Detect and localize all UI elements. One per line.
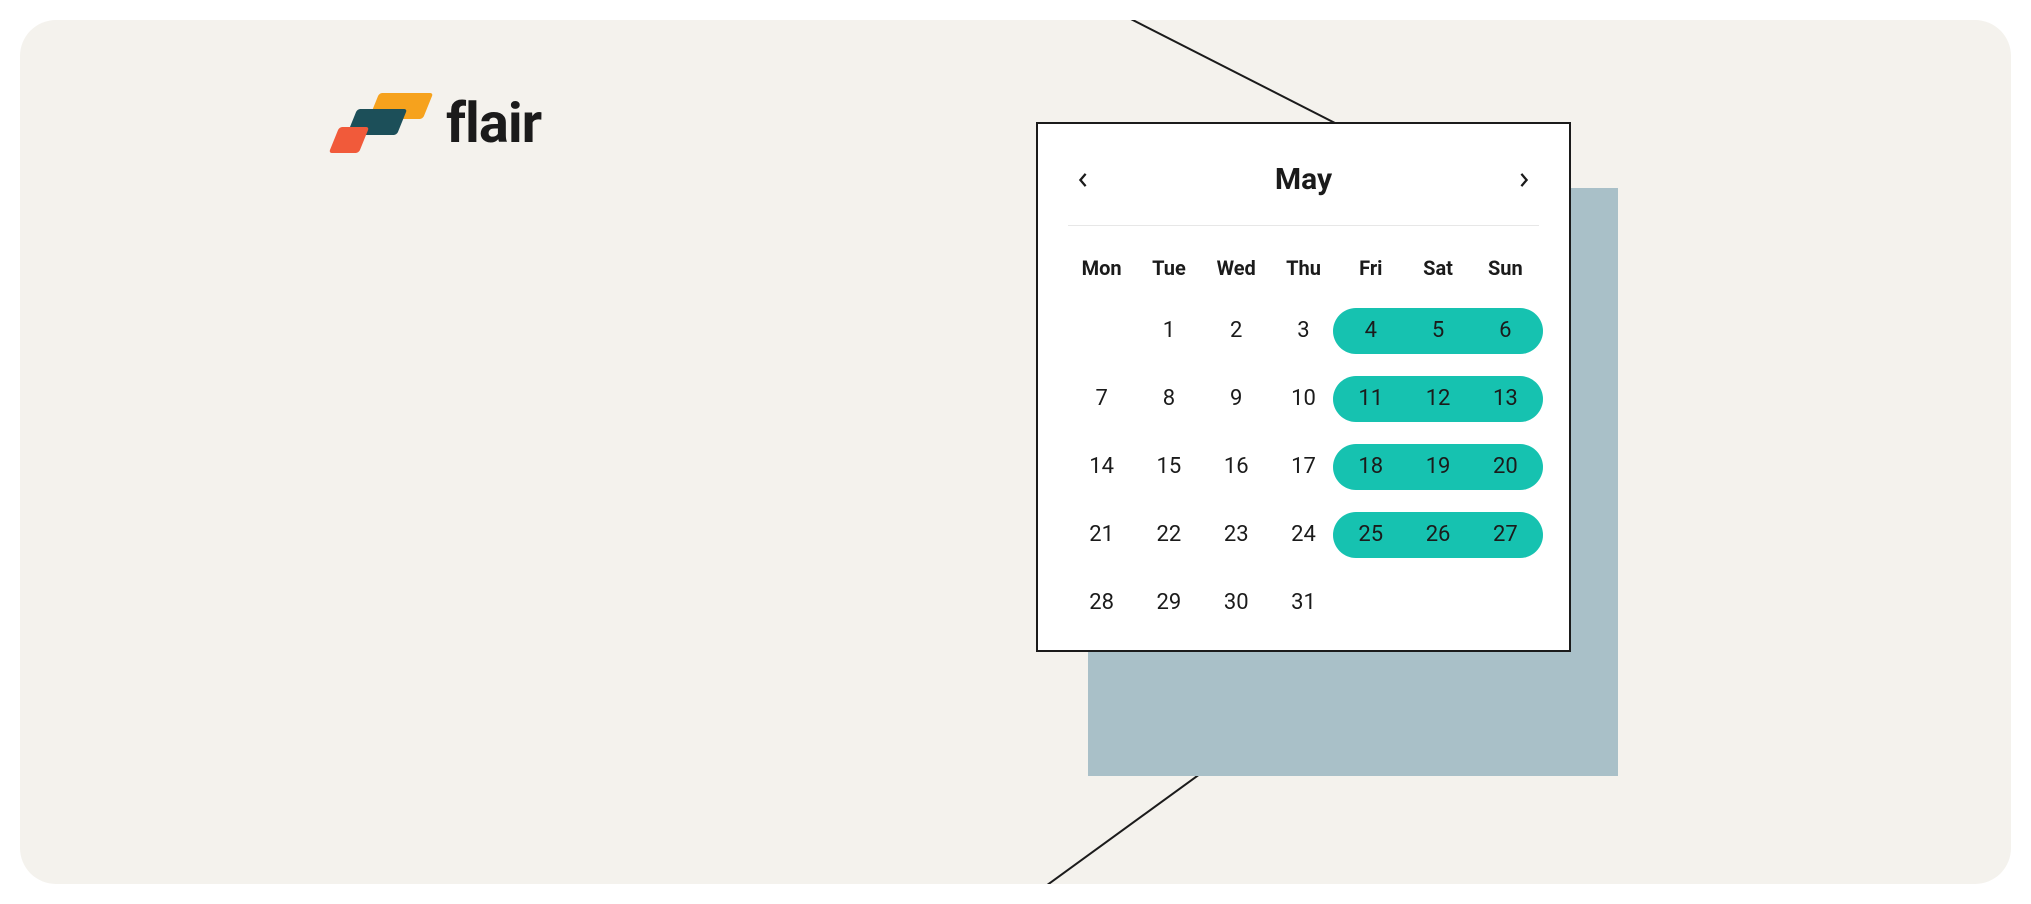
calendar-day[interactable]: 18	[1337, 444, 1404, 490]
calendar-day[interactable]: 23	[1203, 512, 1270, 558]
calendar-day[interactable]: 17	[1270, 444, 1337, 490]
calendar-day[interactable]: 5	[1404, 308, 1471, 354]
brand-logo-mark	[330, 93, 428, 153]
calendar-dow: Sat	[1404, 256, 1471, 286]
calendar-dow: Tue	[1135, 256, 1202, 286]
calendar-day[interactable]: 13	[1472, 376, 1539, 422]
calendar-dow: Fri	[1337, 256, 1404, 286]
chevron-right-icon	[1517, 173, 1531, 187]
calendar-day[interactable]: 20	[1472, 444, 1539, 490]
calendar-day[interactable]: 12	[1404, 376, 1471, 422]
calendar-day[interactable]: 30	[1203, 580, 1270, 626]
calendar-day[interactable]: 15	[1135, 444, 1202, 490]
calendar-grid: MonTueWedThuFriSatSun1234567891011121314…	[1068, 226, 1539, 626]
calendar-day[interactable]: 24	[1270, 512, 1337, 558]
calendar-day[interactable]: 29	[1135, 580, 1202, 626]
calendar-day[interactable]: 1	[1135, 308, 1202, 354]
prev-month-button[interactable]	[1072, 169, 1094, 191]
brand-logo: flair	[330, 90, 541, 156]
calendar-dow: Sun	[1472, 256, 1539, 286]
calendar-day[interactable]: 7	[1068, 376, 1135, 422]
calendar-cell-empty	[1068, 308, 1135, 354]
calendar-day[interactable]: 26	[1404, 512, 1471, 558]
calendar-day[interactable]: 8	[1135, 376, 1202, 422]
calendar-day[interactable]: 22	[1135, 512, 1202, 558]
calendar-day[interactable]: 25	[1337, 512, 1404, 558]
calendar-day[interactable]: 2	[1203, 308, 1270, 354]
calendar-day[interactable]: 10	[1270, 376, 1337, 422]
calendar-day[interactable]: 3	[1270, 308, 1337, 354]
calendar-month-label: May	[1275, 162, 1332, 197]
calendar-day[interactable]: 31	[1270, 580, 1337, 626]
calendar-day[interactable]: 4	[1337, 308, 1404, 354]
calendar-widget: May MonTueWedThuFriSatSun123456789101112…	[1036, 122, 1571, 652]
calendar-day[interactable]: 11	[1337, 376, 1404, 422]
calendar-day[interactable]: 28	[1068, 580, 1135, 626]
calendar-day[interactable]: 16	[1203, 444, 1270, 490]
chevron-left-icon	[1076, 173, 1090, 187]
calendar-day[interactable]: 14	[1068, 444, 1135, 490]
calendar-day[interactable]: 21	[1068, 512, 1135, 558]
brand-name: flair	[446, 90, 541, 156]
calendar-day[interactable]: 6	[1472, 308, 1539, 354]
calendar-day[interactable]: 27	[1472, 512, 1539, 558]
app-canvas: flair May MonTueWedThuFriSatSun123456789…	[20, 20, 2011, 884]
next-month-button[interactable]	[1513, 169, 1535, 191]
calendar-header: May	[1068, 152, 1539, 226]
calendar-day[interactable]: 19	[1404, 444, 1471, 490]
calendar-dow: Thu	[1270, 256, 1337, 286]
calendar-dow: Mon	[1068, 256, 1135, 286]
calendar-day[interactable]: 9	[1203, 376, 1270, 422]
calendar-dow: Wed	[1203, 256, 1270, 286]
